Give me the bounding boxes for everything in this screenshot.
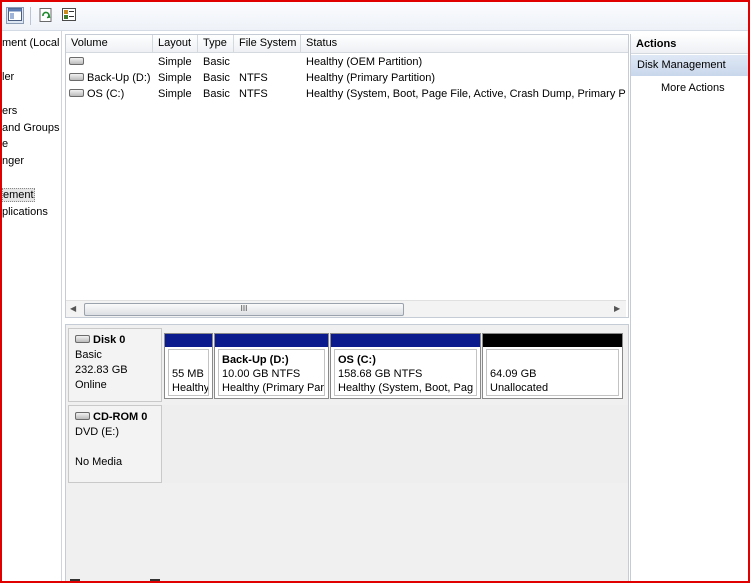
cdrom-0-label[interactable]: CD-ROM 0 DVD (E:) No Media — [68, 405, 162, 483]
tree-item-shared-folders[interactable]: ers — [2, 105, 17, 117]
status-bar-fragment — [70, 579, 160, 581]
disk-graphical-view: Disk 0 Basic 232.83 GB Online 55 MB Heal… — [65, 324, 629, 581]
volume-file-system: NTFS — [239, 88, 268, 100]
disk-drive-letter: DVD (E:) — [75, 426, 119, 438]
window-frame: ment (Local ler ers and Groups e nger em… — [0, 0, 750, 583]
properties-button[interactable] — [60, 7, 78, 24]
partition-unallocated[interactable]: 64.09 GB Unallocated — [482, 333, 623, 399]
volume-layout: Simple — [158, 72, 192, 84]
drive-icon — [69, 73, 84, 82]
partition-bar — [215, 334, 328, 347]
tree-item-local-users-and-groups[interactable]: and Groups — [2, 122, 59, 134]
cdrom-icon — [75, 412, 90, 421]
toolbar-separator — [30, 7, 31, 25]
volume-file-system: NTFS — [239, 72, 268, 84]
disk-type: Basic — [75, 349, 102, 361]
column-header-volume[interactable]: Volume — [66, 35, 153, 52]
volume-layout: Simple — [158, 56, 192, 68]
tree-item-performance[interactable]: e — [2, 138, 8, 150]
volume-status: Healthy (Primary Partition) — [306, 72, 435, 84]
partition-size: 10.00 GB NTFS — [222, 368, 301, 380]
volume-type: Basic — [203, 72, 230, 84]
volume-row[interactable]: Simple Basic Healthy (OEM Partition) — [66, 54, 628, 70]
tree-item-computer-management[interactable]: ment (Local — [2, 37, 59, 49]
refresh-icon — [39, 8, 52, 22]
volume-name: Back-Up (D:) — [87, 72, 151, 84]
partition-os-c[interactable]: OS (C:) 158.68 GB NTFS Healthy (System, … — [330, 333, 481, 399]
volume-type: Basic — [203, 56, 230, 68]
volume-list: Volume Layout Type File System Status Si… — [65, 34, 629, 318]
more-actions-link[interactable]: More Actions — [661, 82, 725, 94]
scroll-right-arrow-icon[interactable]: ▶ — [614, 304, 620, 313]
partition-status: Healthy (System, Boot, Pag — [338, 382, 474, 394]
volume-status: Healthy (System, Boot, Page File, Active… — [306, 88, 626, 100]
tree-item-task-scheduler[interactable]: ler — [2, 71, 14, 83]
drive-icon — [69, 89, 84, 98]
disk-0-label[interactable]: Disk 0 Basic 232.83 GB Online — [68, 328, 162, 402]
tree-item-disk-management[interactable]: ement — [2, 188, 35, 202]
disk-icon — [75, 335, 90, 344]
scroll-thumb[interactable]: III — [84, 303, 404, 316]
column-header-status[interactable]: Status — [301, 35, 628, 52]
partition-status: Healthy — [172, 382, 209, 394]
volume-row[interactable]: OS (C:) Simple Basic NTFS Healthy (Syste… — [66, 86, 628, 102]
horizontal-scrollbar[interactable]: ◀ III ▶ — [66, 300, 626, 317]
disk-capacity: 232.83 GB — [75, 364, 128, 376]
partition-title: OS (C:) — [338, 354, 376, 366]
partition-status: Unallocated — [490, 382, 549, 394]
disk-media-state: No Media — [75, 456, 123, 468]
partition-size: 158.68 GB NTFS — [338, 368, 423, 380]
actions-pane: Actions Disk Management More Actions — [630, 34, 748, 581]
volume-list-header: Volume Layout Type File System Status — [66, 35, 628, 53]
partition-bar — [483, 334, 622, 347]
partition-oem[interactable]: 55 MB Healthy — [164, 333, 213, 399]
drive-icon — [69, 57, 84, 66]
scroll-left-arrow-icon[interactable]: ◀ — [70, 304, 76, 313]
volume-name: OS (C:) — [87, 88, 125, 100]
disk-blank-line — [75, 440, 161, 455]
partition-backup-d[interactable]: Back-Up (D:) 10.00 GB NTFS Healthy (Prim… — [214, 333, 329, 399]
partition-title — [172, 353, 208, 367]
partition-size: 55 MB — [172, 368, 204, 380]
partition-status: Healthy (Primary Par — [222, 382, 325, 394]
cdrom-empty-area — [162, 405, 628, 483]
partition-bar — [165, 334, 212, 347]
disk-state: Online — [75, 379, 107, 391]
refresh-button[interactable] — [37, 7, 55, 24]
partition-bar — [331, 334, 480, 347]
volume-layout: Simple — [158, 88, 192, 100]
column-header-layout[interactable]: Layout — [153, 35, 198, 52]
tree-item-services-and-applications[interactable]: plications — [2, 206, 48, 218]
tree-item-device-manager[interactable]: nger — [2, 155, 24, 167]
properties-icon — [61, 8, 76, 21]
partition-title: Back-Up (D:) — [222, 354, 289, 366]
console-tree-icon — [8, 8, 22, 21]
partition-title — [490, 353, 618, 367]
actions-section-disk-management[interactable]: Disk Management — [631, 55, 748, 76]
column-header-type[interactable]: Type — [198, 35, 234, 52]
volume-row[interactable]: Back-Up (D:) Simple Basic NTFS Healthy (… — [66, 70, 628, 86]
column-header-file-system[interactable]: File System — [234, 35, 301, 52]
disk-name: Disk 0 — [93, 334, 126, 346]
toolbar — [2, 2, 748, 31]
show-hide-console-tree-button[interactable] — [6, 7, 24, 24]
console-tree: ment (Local ler ers and Groups e nger em… — [2, 31, 62, 581]
partition-size: 64.09 GB — [490, 368, 537, 380]
volume-type: Basic — [203, 88, 230, 100]
actions-title: Actions — [631, 34, 748, 54]
disk-name: CD-ROM 0 — [93, 411, 148, 423]
volume-status: Healthy (OEM Partition) — [306, 56, 423, 68]
